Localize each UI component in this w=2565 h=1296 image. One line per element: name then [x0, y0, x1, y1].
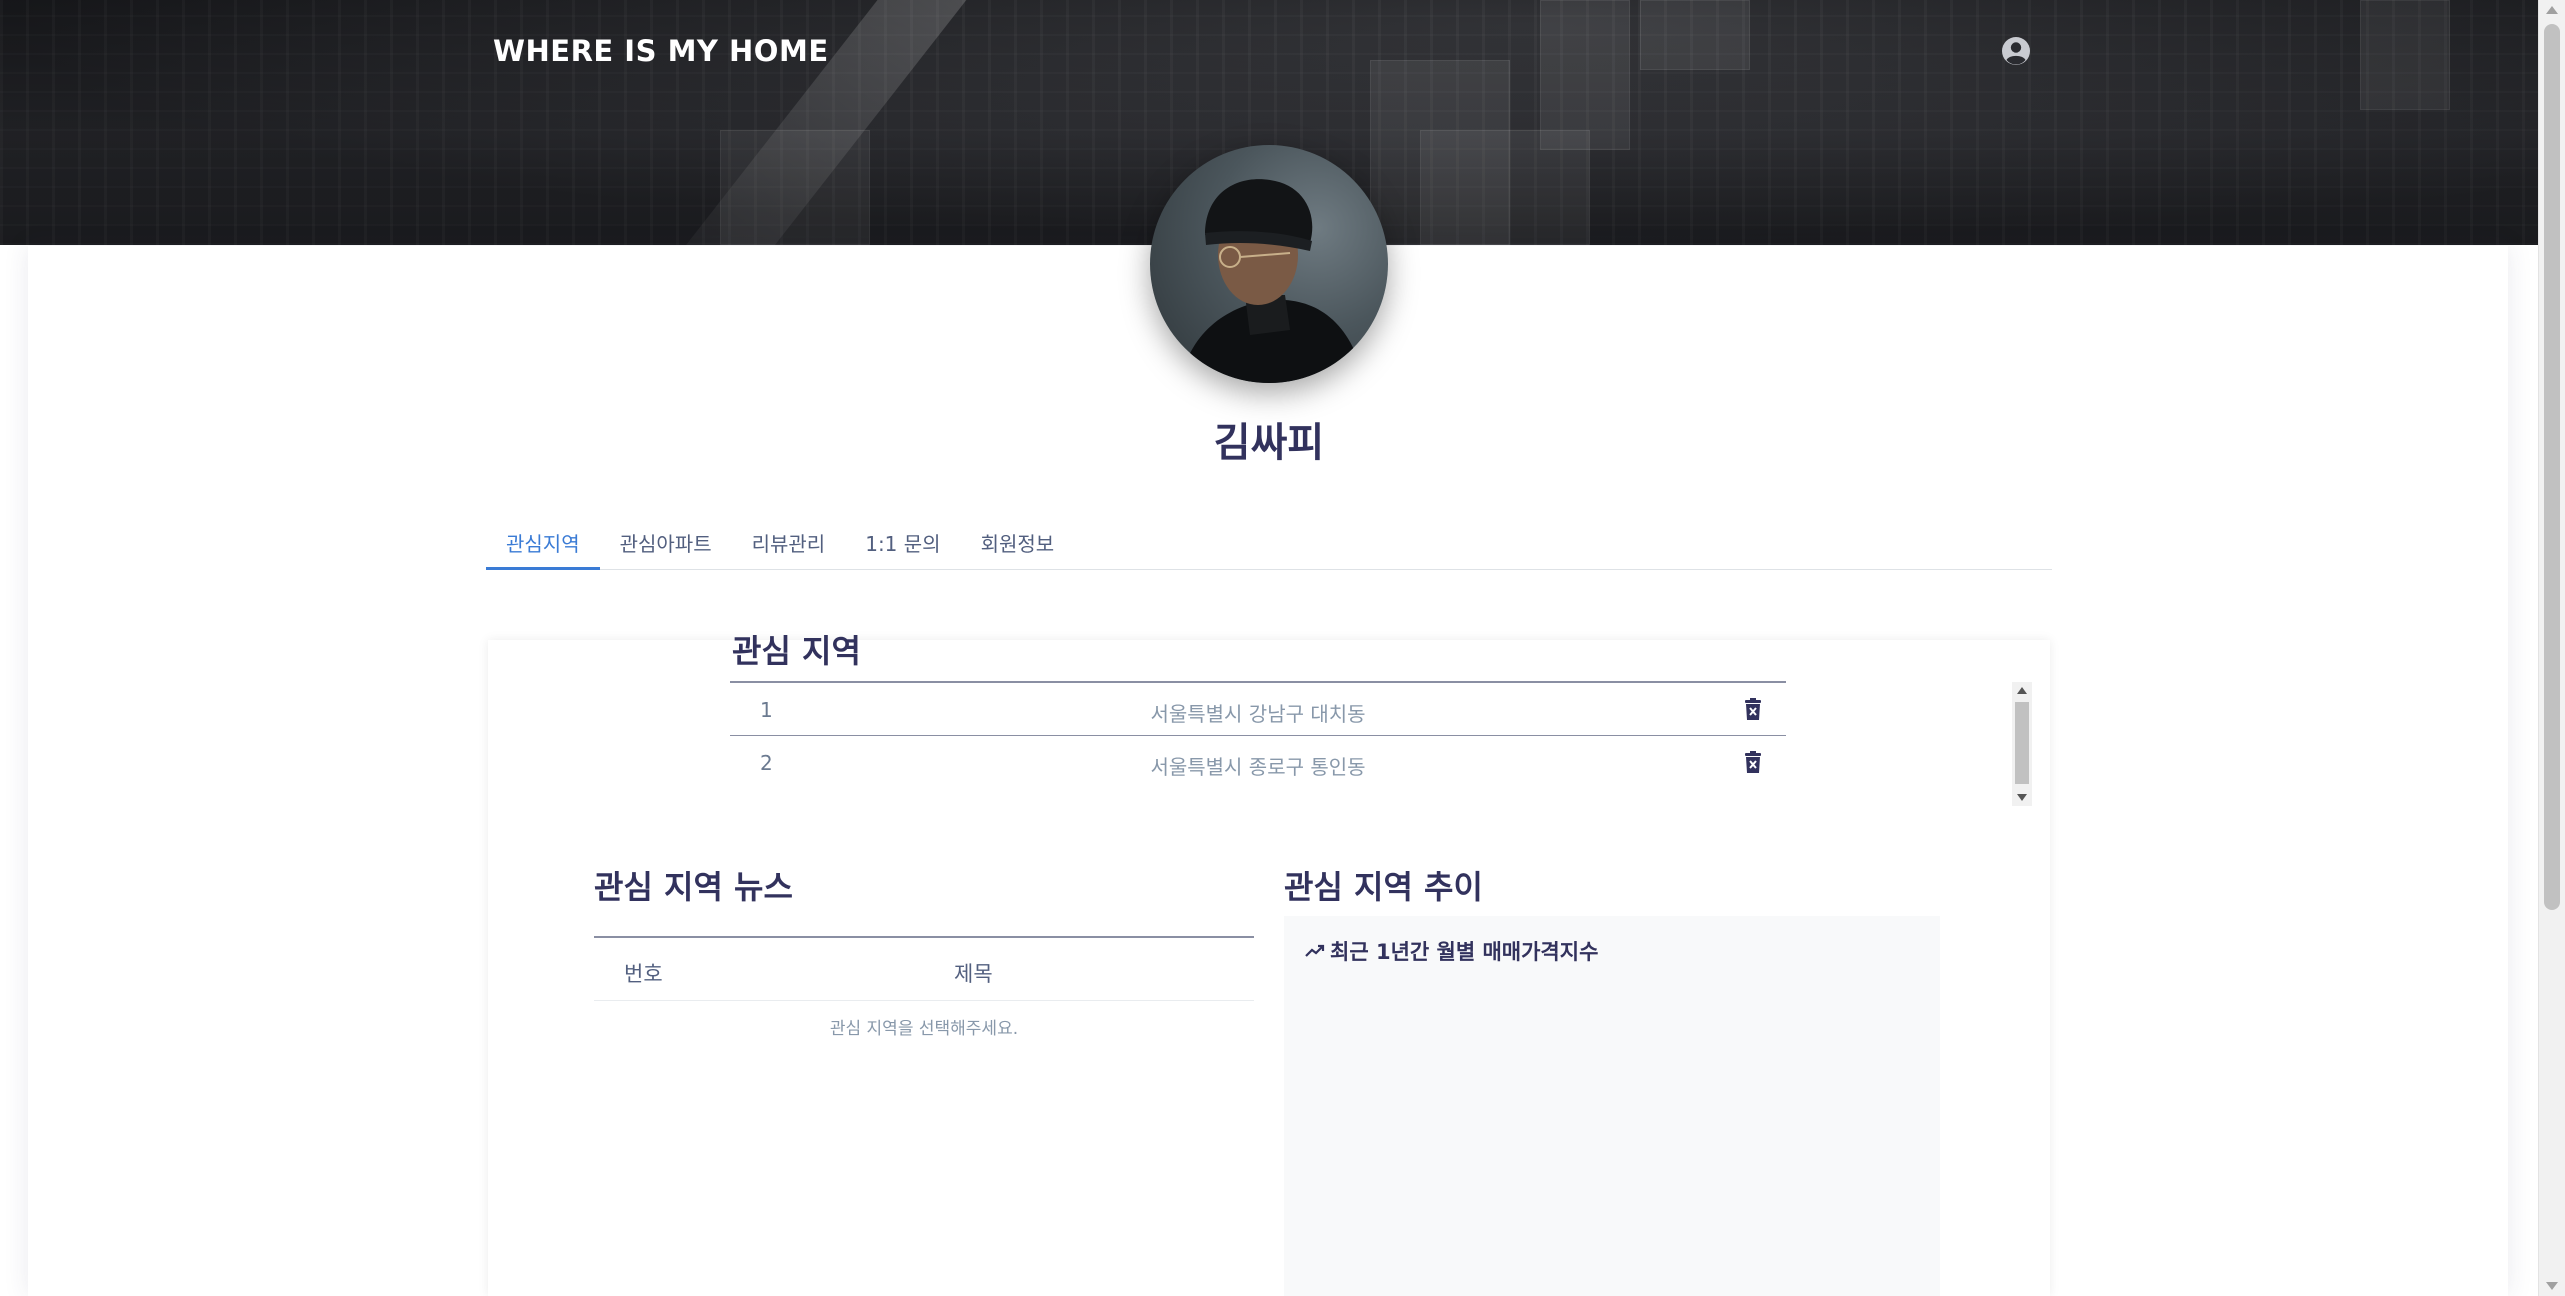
news-empty-message: 관심 지역을 선택해주세요.	[829, 1019, 1019, 1039]
tab-interest-apartments[interactable]: 관심아파트	[600, 510, 732, 570]
list-item[interactable]: 1 서울특별시 강남구 대치동	[730, 683, 1786, 736]
news-table: 번호 제목 관심 지역을 선택해주세요.	[594, 936, 1254, 1047]
tab-interest-regions[interactable]: 관심지역	[486, 510, 600, 570]
trend-chart-header: 최근 1년간 월별 매매가격지수	[1304, 936, 1598, 966]
trend-chart-title: 최근 1년간 월별 매매가격지수	[1330, 940, 1599, 964]
avatar	[1150, 145, 1388, 383]
scroll-up-arrow-icon[interactable]	[2017, 687, 2027, 694]
region-list-scrollbar[interactable]	[2012, 682, 2032, 806]
trash-icon[interactable]	[1742, 751, 1764, 775]
scroll-down-arrow-icon[interactable]	[2546, 1282, 2558, 1290]
tab-member-info[interactable]: 회원정보	[961, 510, 1075, 570]
profile-tabs: 관심지역 관심아파트 리뷰관리 1:1 문의 회원정보	[486, 510, 2052, 570]
region-name[interactable]: 서울특별시 강남구 대치동	[730, 698, 1786, 727]
news-table-header: 번호 제목	[594, 938, 1254, 1001]
trash-icon[interactable]	[1742, 698, 1764, 722]
window-scrollbar[interactable]	[2538, 0, 2565, 1296]
tab-review-management[interactable]: 리뷰관리	[732, 510, 846, 570]
interest-region-list: 1 서울특별시 강남구 대치동 2 서울특별시 종로구 통인동	[730, 681, 1786, 789]
scrollbar-thumb[interactable]	[2544, 24, 2560, 910]
scroll-up-arrow-icon[interactable]	[2546, 6, 2558, 14]
tab-inquiry[interactable]: 1:1 문의	[845, 510, 960, 570]
trend-title: 관심 지역 추이	[1284, 868, 1483, 906]
scroll-down-arrow-icon[interactable]	[2017, 794, 2027, 801]
region-name[interactable]: 서울특별시 종로구 통인동	[730, 751, 1786, 780]
trending-up-icon	[1305, 944, 1325, 957]
interest-regions-title: 관심 지역	[732, 632, 861, 670]
list-item[interactable]: 2 서울특별시 종로구 통인동	[730, 736, 1786, 789]
profile-name: 김싸피	[1213, 420, 1325, 466]
column-header-title: 제목	[954, 962, 993, 986]
user-circle-icon[interactable]	[2001, 36, 2031, 66]
news-title: 관심 지역 뉴스	[594, 868, 793, 906]
trend-chart-box: 최근 1년간 월별 매매가격지수	[1284, 916, 1940, 1296]
column-header-number: 번호	[624, 962, 663, 986]
brand-logo[interactable]: WHERE IS MY HOME	[493, 34, 829, 68]
scrollbar-thumb[interactable]	[2015, 702, 2029, 784]
